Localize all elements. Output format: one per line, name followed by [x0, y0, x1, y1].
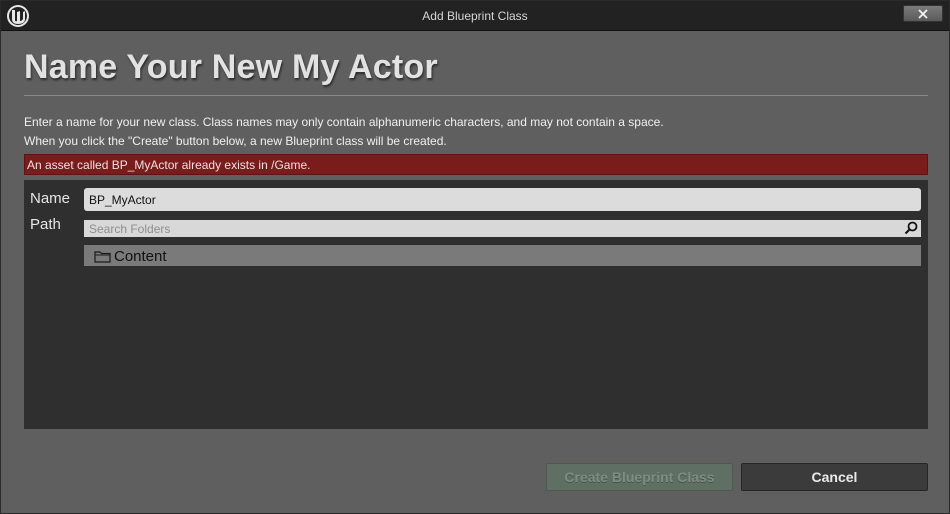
folder-icon: [94, 251, 111, 263]
name-input-value: BP_MyActor: [89, 192, 156, 207]
page-title: Name Your New My Actor: [24, 48, 438, 86]
search-placeholder: Search Folders: [89, 222, 171, 236]
create-blueprint-class-button[interactable]: Create Blueprint Class: [546, 463, 733, 491]
cancel-button[interactable]: Cancel: [741, 463, 928, 491]
error-message: An asset called BP_MyActor already exist…: [27, 158, 311, 172]
name-input[interactable]: BP_MyActor: [84, 188, 921, 211]
title-bar[interactable]: Add Blueprint Class: [1, 1, 949, 31]
folder-label: Content: [114, 248, 167, 265]
description-line-1: Enter a name for your new class. Class n…: [24, 115, 664, 129]
folder-tree-item-content[interactable]: Content: [84, 245, 921, 266]
add-blueprint-class-dialog: Add Blueprint Class Name Your New My Act…: [0, 0, 950, 514]
search-icon[interactable]: [904, 221, 918, 235]
description-line-2: When you click the "Create" button below…: [24, 134, 447, 148]
name-label: Name: [30, 190, 71, 207]
path-label: Path: [30, 216, 61, 233]
name-path-panel: Name BP_MyActor Path Search Folders Cont…: [24, 180, 928, 429]
close-button[interactable]: [903, 5, 943, 22]
heading-divider: [24, 95, 928, 96]
search-folders-input[interactable]: Search Folders: [84, 220, 921, 237]
error-banner: An asset called BP_MyActor already exist…: [24, 154, 928, 175]
window-title: Add Blueprint Class: [422, 9, 528, 23]
close-icon: [918, 9, 928, 19]
